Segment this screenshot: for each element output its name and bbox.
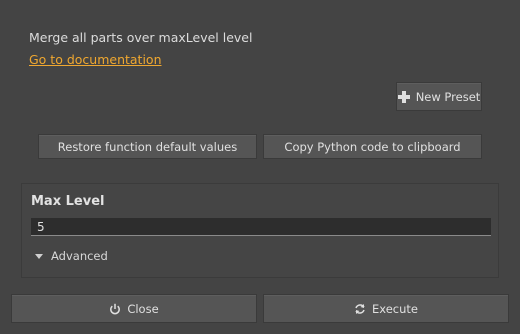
- close-label: Close: [127, 301, 159, 316]
- copy-python-button[interactable]: Copy Python code to clipboard: [263, 134, 482, 159]
- power-icon: [109, 303, 121, 315]
- new-preset-label: New Preset: [415, 89, 481, 104]
- triangle-down-icon: [35, 253, 43, 259]
- advanced-label: Advanced: [51, 249, 108, 263]
- max-level-input[interactable]: 5: [31, 218, 491, 236]
- execute-label: Execute: [372, 301, 418, 316]
- close-button[interactable]: Close: [11, 294, 257, 323]
- max-level-label: Max Level: [31, 194, 105, 209]
- documentation-link[interactable]: Go to documentation: [29, 52, 162, 67]
- plus-icon: [397, 90, 410, 103]
- restore-defaults-label: Restore function default values: [57, 139, 238, 154]
- restore-defaults-button[interactable]: Restore function default values: [38, 134, 257, 159]
- execute-button[interactable]: Execute: [263, 294, 509, 323]
- function-description: Merge all parts over maxLevel level: [29, 30, 253, 45]
- refresh-icon: [354, 303, 366, 315]
- advanced-toggle[interactable]: Advanced: [35, 249, 108, 263]
- new-preset-button[interactable]: New Preset: [396, 82, 482, 111]
- copy-python-label: Copy Python code to clipboard: [284, 139, 461, 154]
- parameters-panel: Max Level 5 Advanced: [21, 183, 499, 278]
